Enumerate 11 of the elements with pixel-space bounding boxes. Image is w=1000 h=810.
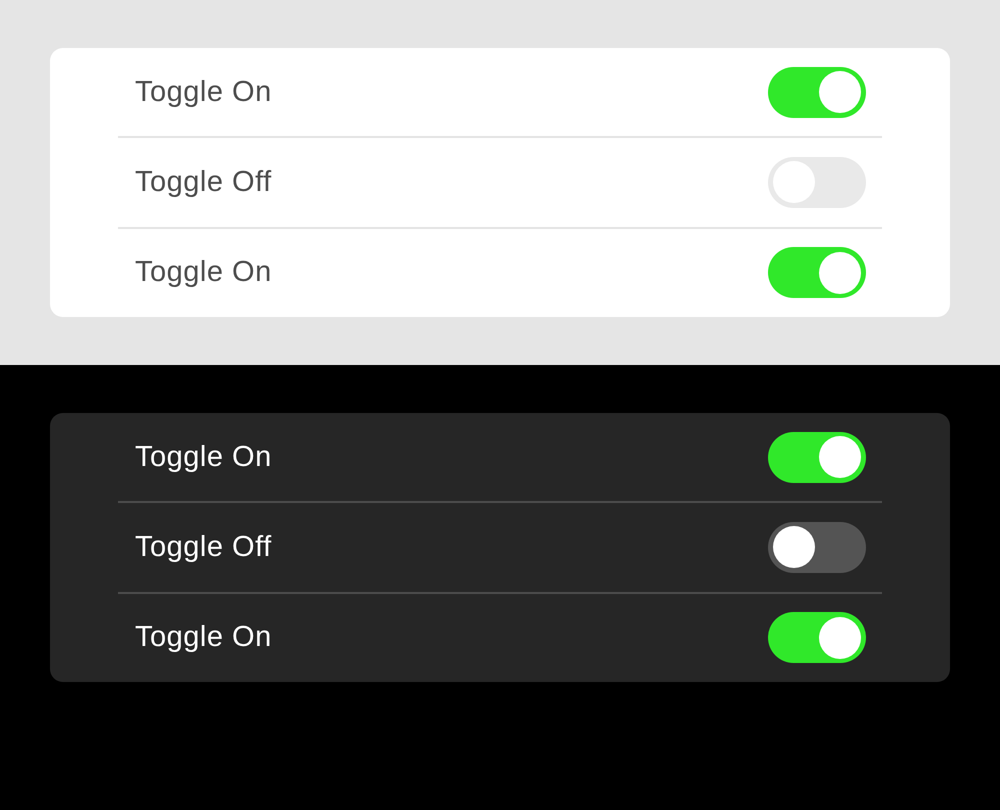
toggle-label: Toggle On bbox=[135, 442, 272, 472]
toggle-label: Toggle On bbox=[135, 258, 272, 288]
toggle-switch[interactable] bbox=[768, 612, 866, 664]
toggle-switch[interactable] bbox=[768, 432, 866, 483]
toggle-label: Toggle Off bbox=[135, 532, 272, 562]
toggle-label: Toggle Off bbox=[135, 168, 272, 197]
toggle-label: Toggle On bbox=[135, 623, 272, 652]
toggle-switch[interactable] bbox=[768, 66, 866, 118]
toggle-switch[interactable] bbox=[768, 247, 866, 298]
toggle-switch[interactable] bbox=[768, 522, 866, 573]
toggle-label: Toggle On bbox=[135, 78, 272, 107]
